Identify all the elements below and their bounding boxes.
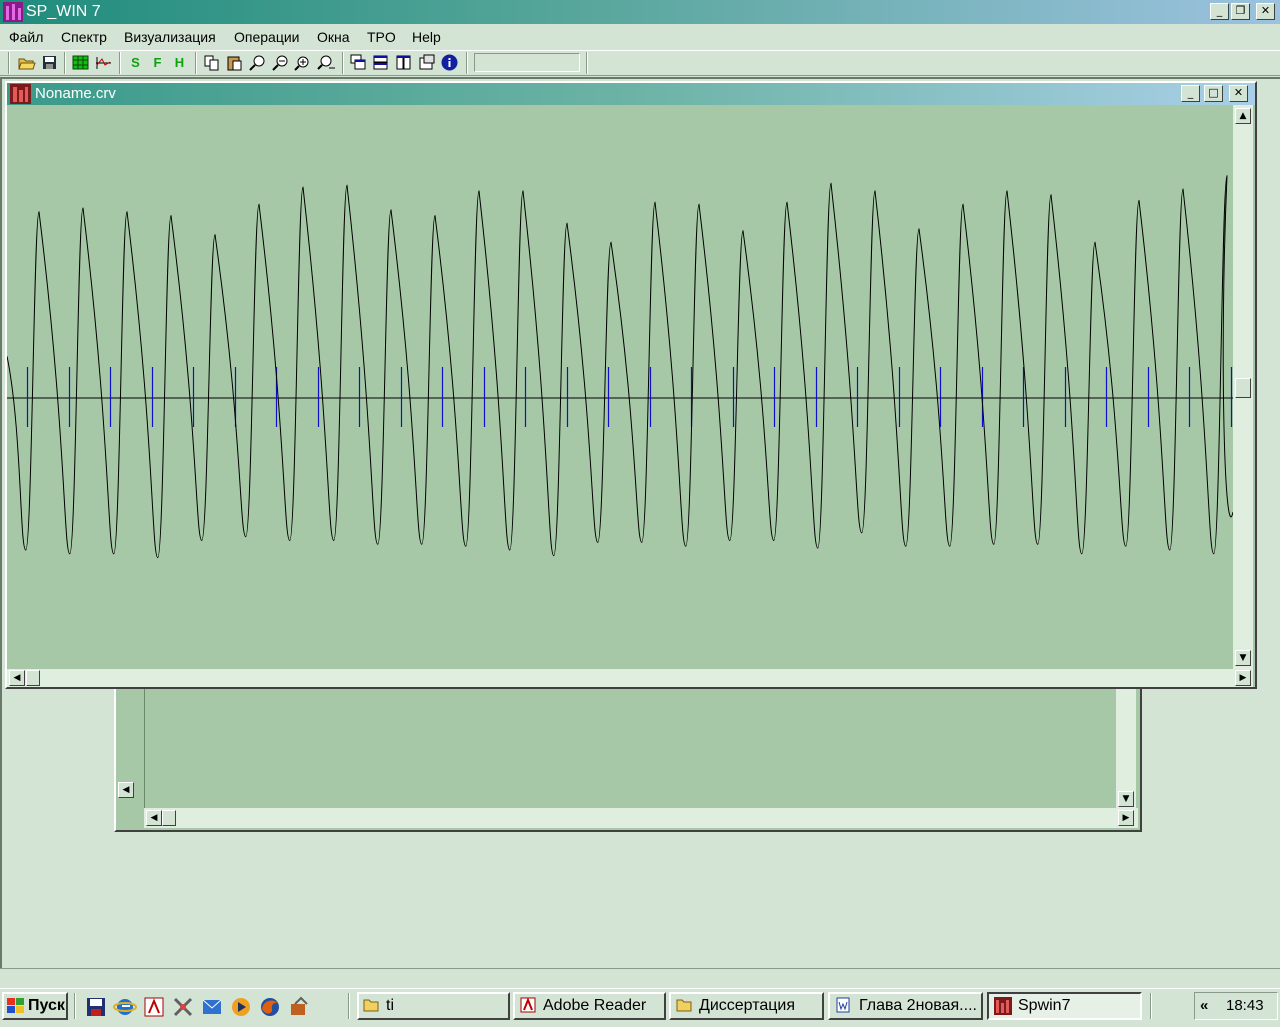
scroll-left-button[interactable]: ◀ (146, 810, 162, 826)
zoom-fit-icon[interactable] (248, 53, 267, 72)
toolbar-separator (342, 52, 344, 74)
menu-windows[interactable]: Окна (317, 28, 350, 46)
tools-icon[interactable] (171, 995, 195, 1019)
acrobat-icon[interactable] (142, 995, 166, 1019)
background-window-vscroll[interactable] (1116, 688, 1136, 808)
taskbar-separator (348, 993, 350, 1019)
zoom-in-icon[interactable] (294, 53, 313, 72)
status-bar (0, 968, 1280, 988)
task-label: Диссертация (699, 997, 796, 1014)
signal-waveform (6, 175, 1234, 559)
spectrum-f-button[interactable]: F (148, 53, 167, 72)
outlook-icon[interactable] (200, 995, 224, 1019)
spectrum-s-button[interactable]: S (126, 53, 145, 72)
horizontal-scrollbar[interactable] (7, 669, 1253, 687)
paste-icon[interactable] (225, 53, 244, 72)
properties-icon[interactable] (417, 53, 436, 72)
scroll-left-button[interactable]: ◀ (9, 670, 25, 686)
restore-button[interactable]: ❐ (1231, 3, 1250, 20)
media-player-icon[interactable] (229, 995, 253, 1019)
zoom-reset-icon[interactable] (317, 53, 336, 72)
tile-horizontal-icon[interactable] (371, 53, 390, 72)
scroll-left-button[interactable]: ◀ (118, 782, 134, 798)
signal-plot-area[interactable] (6, 105, 1234, 669)
tile-vertical-icon[interactable] (394, 53, 413, 72)
doc-close-button[interactable]: ✕ (1229, 85, 1248, 102)
curve-icon[interactable] (94, 53, 113, 72)
app-title-bar[interactable] (0, 0, 1280, 24)
taskbar-separator (74, 993, 76, 1019)
vertical-scroll-thumb[interactable] (1235, 378, 1251, 398)
task-label: Adobe Reader (543, 997, 647, 1014)
folder-icon (363, 997, 379, 1013)
background-window-plot (144, 688, 1117, 808)
background-window-hscroll[interactable] (144, 808, 1138, 828)
menu-tpo[interactable]: TPO (367, 28, 396, 46)
app-icon[interactable] (3, 2, 23, 22)
toolbar-separator (119, 52, 121, 74)
menu-operations[interactable]: Операции (234, 28, 300, 46)
cascade-icon[interactable] (349, 53, 368, 72)
scroll-up-button[interactable]: ▲ (1235, 108, 1251, 124)
toolbar-separator (64, 52, 66, 74)
scroll-down-button[interactable]: ▼ (1118, 791, 1134, 807)
document-icon[interactable] (10, 84, 31, 104)
menu-file[interactable]: Файл (9, 28, 43, 46)
tray-expand-button[interactable]: « (1200, 997, 1208, 1015)
scroll-right-button[interactable]: ▶ (1118, 810, 1134, 826)
task-label: ti (386, 997, 394, 1014)
menu-help[interactable]: Help (412, 28, 441, 46)
toolbar-combo-field[interactable] (474, 53, 580, 72)
toolbar-separator (466, 52, 468, 74)
menu-visualization[interactable]: Визуализация (124, 28, 216, 46)
firefox-icon[interactable] (258, 995, 282, 1019)
background-window-left-pane (116, 688, 144, 784)
minimize-button[interactable]: _ (1210, 3, 1229, 20)
menu-spectrum[interactable]: Спектр (61, 28, 107, 46)
windows-logo-icon (6, 996, 26, 1016)
spectrum-h-button[interactable]: H (170, 53, 189, 72)
app-icon[interactable] (287, 995, 311, 1019)
start-label: Пуск (28, 997, 65, 1014)
floppy-icon[interactable] (84, 995, 108, 1019)
acrobat-icon (520, 997, 536, 1013)
document-title-bar[interactable] (7, 83, 1255, 105)
scroll-down-button[interactable]: ▼ (1235, 650, 1251, 666)
horizontal-scroll-thumb[interactable] (26, 670, 40, 686)
folder-icon (676, 997, 692, 1013)
close-button[interactable]: ✕ (1256, 3, 1275, 20)
toolbar-separator (195, 52, 197, 74)
copy-icon[interactable] (202, 53, 221, 72)
toolbar (0, 50, 1280, 76)
doc-restore-button[interactable]: □ (1204, 85, 1223, 102)
task-label: Глава 2новая.... (859, 997, 977, 1014)
task-label: Spwin7 (1018, 997, 1071, 1014)
save-icon[interactable] (40, 53, 59, 72)
doc-minimize-button[interactable]: _ (1181, 85, 1200, 102)
word-icon (835, 997, 851, 1013)
document-title: Noname.crv (35, 85, 116, 102)
signal-chart (6, 175, 1234, 559)
toolbar-separator (8, 52, 10, 74)
ie-icon[interactable] (113, 995, 137, 1019)
spwin-icon (994, 997, 1012, 1015)
app-title: SP_WIN 7 (26, 3, 101, 20)
taskbar-separator (1150, 993, 1152, 1019)
toolbar-separator (586, 52, 588, 74)
open-folder-icon[interactable] (17, 53, 36, 72)
clock[interactable]: 18:43 (1226, 997, 1264, 1015)
scroll-thumb[interactable] (162, 810, 176, 826)
scroll-right-button[interactable]: ▶ (1235, 670, 1251, 686)
grid-icon[interactable] (71, 53, 90, 72)
info-icon[interactable] (440, 53, 459, 72)
zoom-out-icon[interactable] (271, 53, 290, 72)
